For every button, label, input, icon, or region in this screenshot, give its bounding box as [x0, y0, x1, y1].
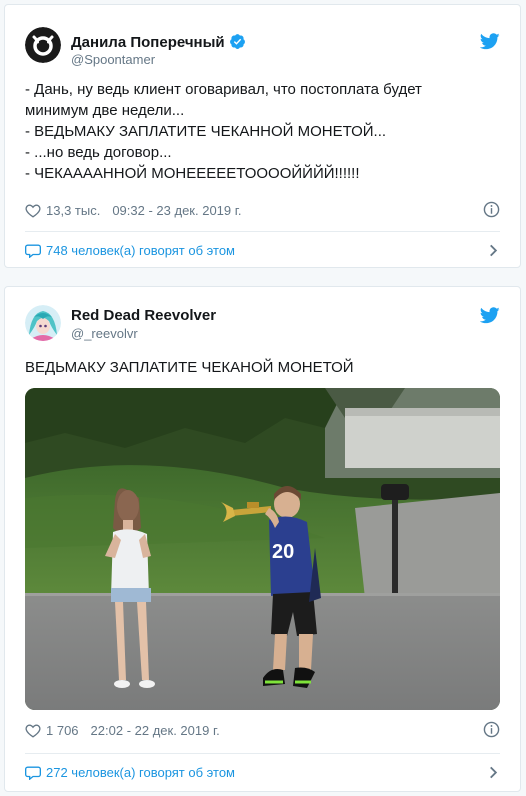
- tweet-text-line: ВЕДЬМАКУ ЗАПЛАТИТЕ ЧЕКАНОЙ МОНЕТОЙ: [25, 359, 354, 376]
- tweet-meta: 13,3 тыс. 09:32 - 23 дек. 2019 г.: [25, 201, 500, 221]
- tweet-text-line: - ВЕДЬМАКУ ЗАПЛАТИТЕ ЧЕКАННОЙ МОНЕТОЙ...: [25, 123, 387, 140]
- chevron-right-icon: [490, 766, 498, 779]
- tweet-timestamp[interactable]: 22:02 - 22 дек. 2019 г.: [91, 723, 220, 738]
- chevron-right-icon: [490, 244, 498, 257]
- tweet-text-line: - ...но ведь договор...: [25, 144, 172, 161]
- discussion-count: 272 человек(а) говорят об этом: [46, 764, 235, 780]
- info-icon[interactable]: [483, 721, 500, 741]
- verified-badge-icon: [229, 33, 246, 54]
- tweet-photo[interactable]: 20: [25, 388, 500, 710]
- like-button[interactable]: 13,3 тыс.: [25, 203, 112, 218]
- tweet-meta: 1 706 22:02 - 22 дек. 2019 г.: [25, 721, 500, 741]
- tweet-text: ВЕДЬМАКУ ЗАПЛАТИТЕ ЧЕКАНОЙ МОНЕТОЙ: [25, 357, 500, 378]
- tweet-text: - Дань, ну ведь клиент оговаривал, что п…: [25, 79, 500, 184]
- avatar[interactable]: [25, 305, 61, 341]
- like-button[interactable]: 1 706: [25, 723, 91, 738]
- comment-bubble-icon: [25, 766, 41, 780]
- twitter-bird-icon[interactable]: [479, 307, 500, 329]
- author-name[interactable]: Данила Поперечный: [71, 33, 246, 54]
- like-count: 13,3 тыс.: [46, 203, 101, 218]
- heart-icon: [25, 204, 41, 218]
- discussion-link[interactable]: 748 человек(а) говорят об этом: [25, 233, 500, 267]
- info-icon[interactable]: [483, 201, 500, 221]
- like-count: 1 706: [46, 723, 79, 738]
- tweet-text-line: - Дань, ну ведь клиент оговаривал, что п…: [25, 81, 422, 98]
- comment-bubble-icon: [25, 244, 41, 258]
- tweet-text-line: - ЧЕКААААННОЙ МОНЕЕЕЕЕТООООЙЙЙЙ!!!!!!: [25, 165, 360, 182]
- discussion-count: 748 человек(а) говорят об этом: [46, 242, 235, 258]
- divider: [25, 753, 500, 754]
- author-handle[interactable]: @Spoontamer: [71, 52, 155, 67]
- tweet-timestamp[interactable]: 09:32 - 23 дек. 2019 г.: [112, 203, 241, 218]
- heart-icon: [25, 724, 41, 738]
- discussion-link[interactable]: 272 человек(а) говорят об этом: [25, 755, 500, 789]
- author-name[interactable]: Red Dead Reevolver: [71, 307, 216, 324]
- tweet-text-line: минимум две недели...: [25, 102, 185, 119]
- avatar[interactable]: [25, 27, 61, 63]
- tweet-card: Red Dead Reevolver @_reevolvr ВЕДЬМАКУ З…: [4, 286, 521, 792]
- tweet-card: Данила Поперечный @Spoontamer - Дань, ну…: [4, 4, 521, 268]
- divider: [25, 231, 500, 232]
- author-handle[interactable]: @_reevolvr: [71, 326, 138, 341]
- svg-text:20: 20: [272, 541, 294, 563]
- twitter-bird-icon[interactable]: [479, 33, 500, 55]
